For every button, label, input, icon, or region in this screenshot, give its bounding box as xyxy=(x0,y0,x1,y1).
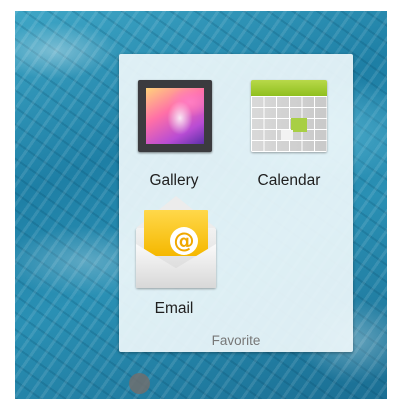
app-label: Email xyxy=(154,300,194,317)
at-sign-icon: @ xyxy=(170,227,198,255)
app-folder: Gallery Calendar @ Email Favorite xyxy=(119,54,353,352)
calendar-highlight xyxy=(291,118,307,132)
gallery-icon xyxy=(138,80,212,152)
calendar-icon xyxy=(251,80,327,152)
app-email[interactable]: @ Email xyxy=(119,189,229,319)
page-indicator-dot xyxy=(129,373,150,394)
calendar-grid xyxy=(251,96,327,152)
app-gallery[interactable]: Gallery xyxy=(119,66,229,189)
calendar-highlight-secondary xyxy=(281,130,293,140)
email-icon: @ xyxy=(136,196,216,288)
gallery-photo xyxy=(146,88,204,144)
calendar-header-bar xyxy=(251,80,327,96)
app-calendar[interactable]: Calendar xyxy=(234,66,344,189)
home-screen-wallpaper: Gallery Calendar @ Email Favorite xyxy=(15,11,387,399)
envelope-letter: @ xyxy=(144,210,208,256)
app-label: Gallery xyxy=(149,172,199,189)
folder-name[interactable]: Favorite xyxy=(119,333,353,348)
app-label: Calendar xyxy=(257,172,321,189)
